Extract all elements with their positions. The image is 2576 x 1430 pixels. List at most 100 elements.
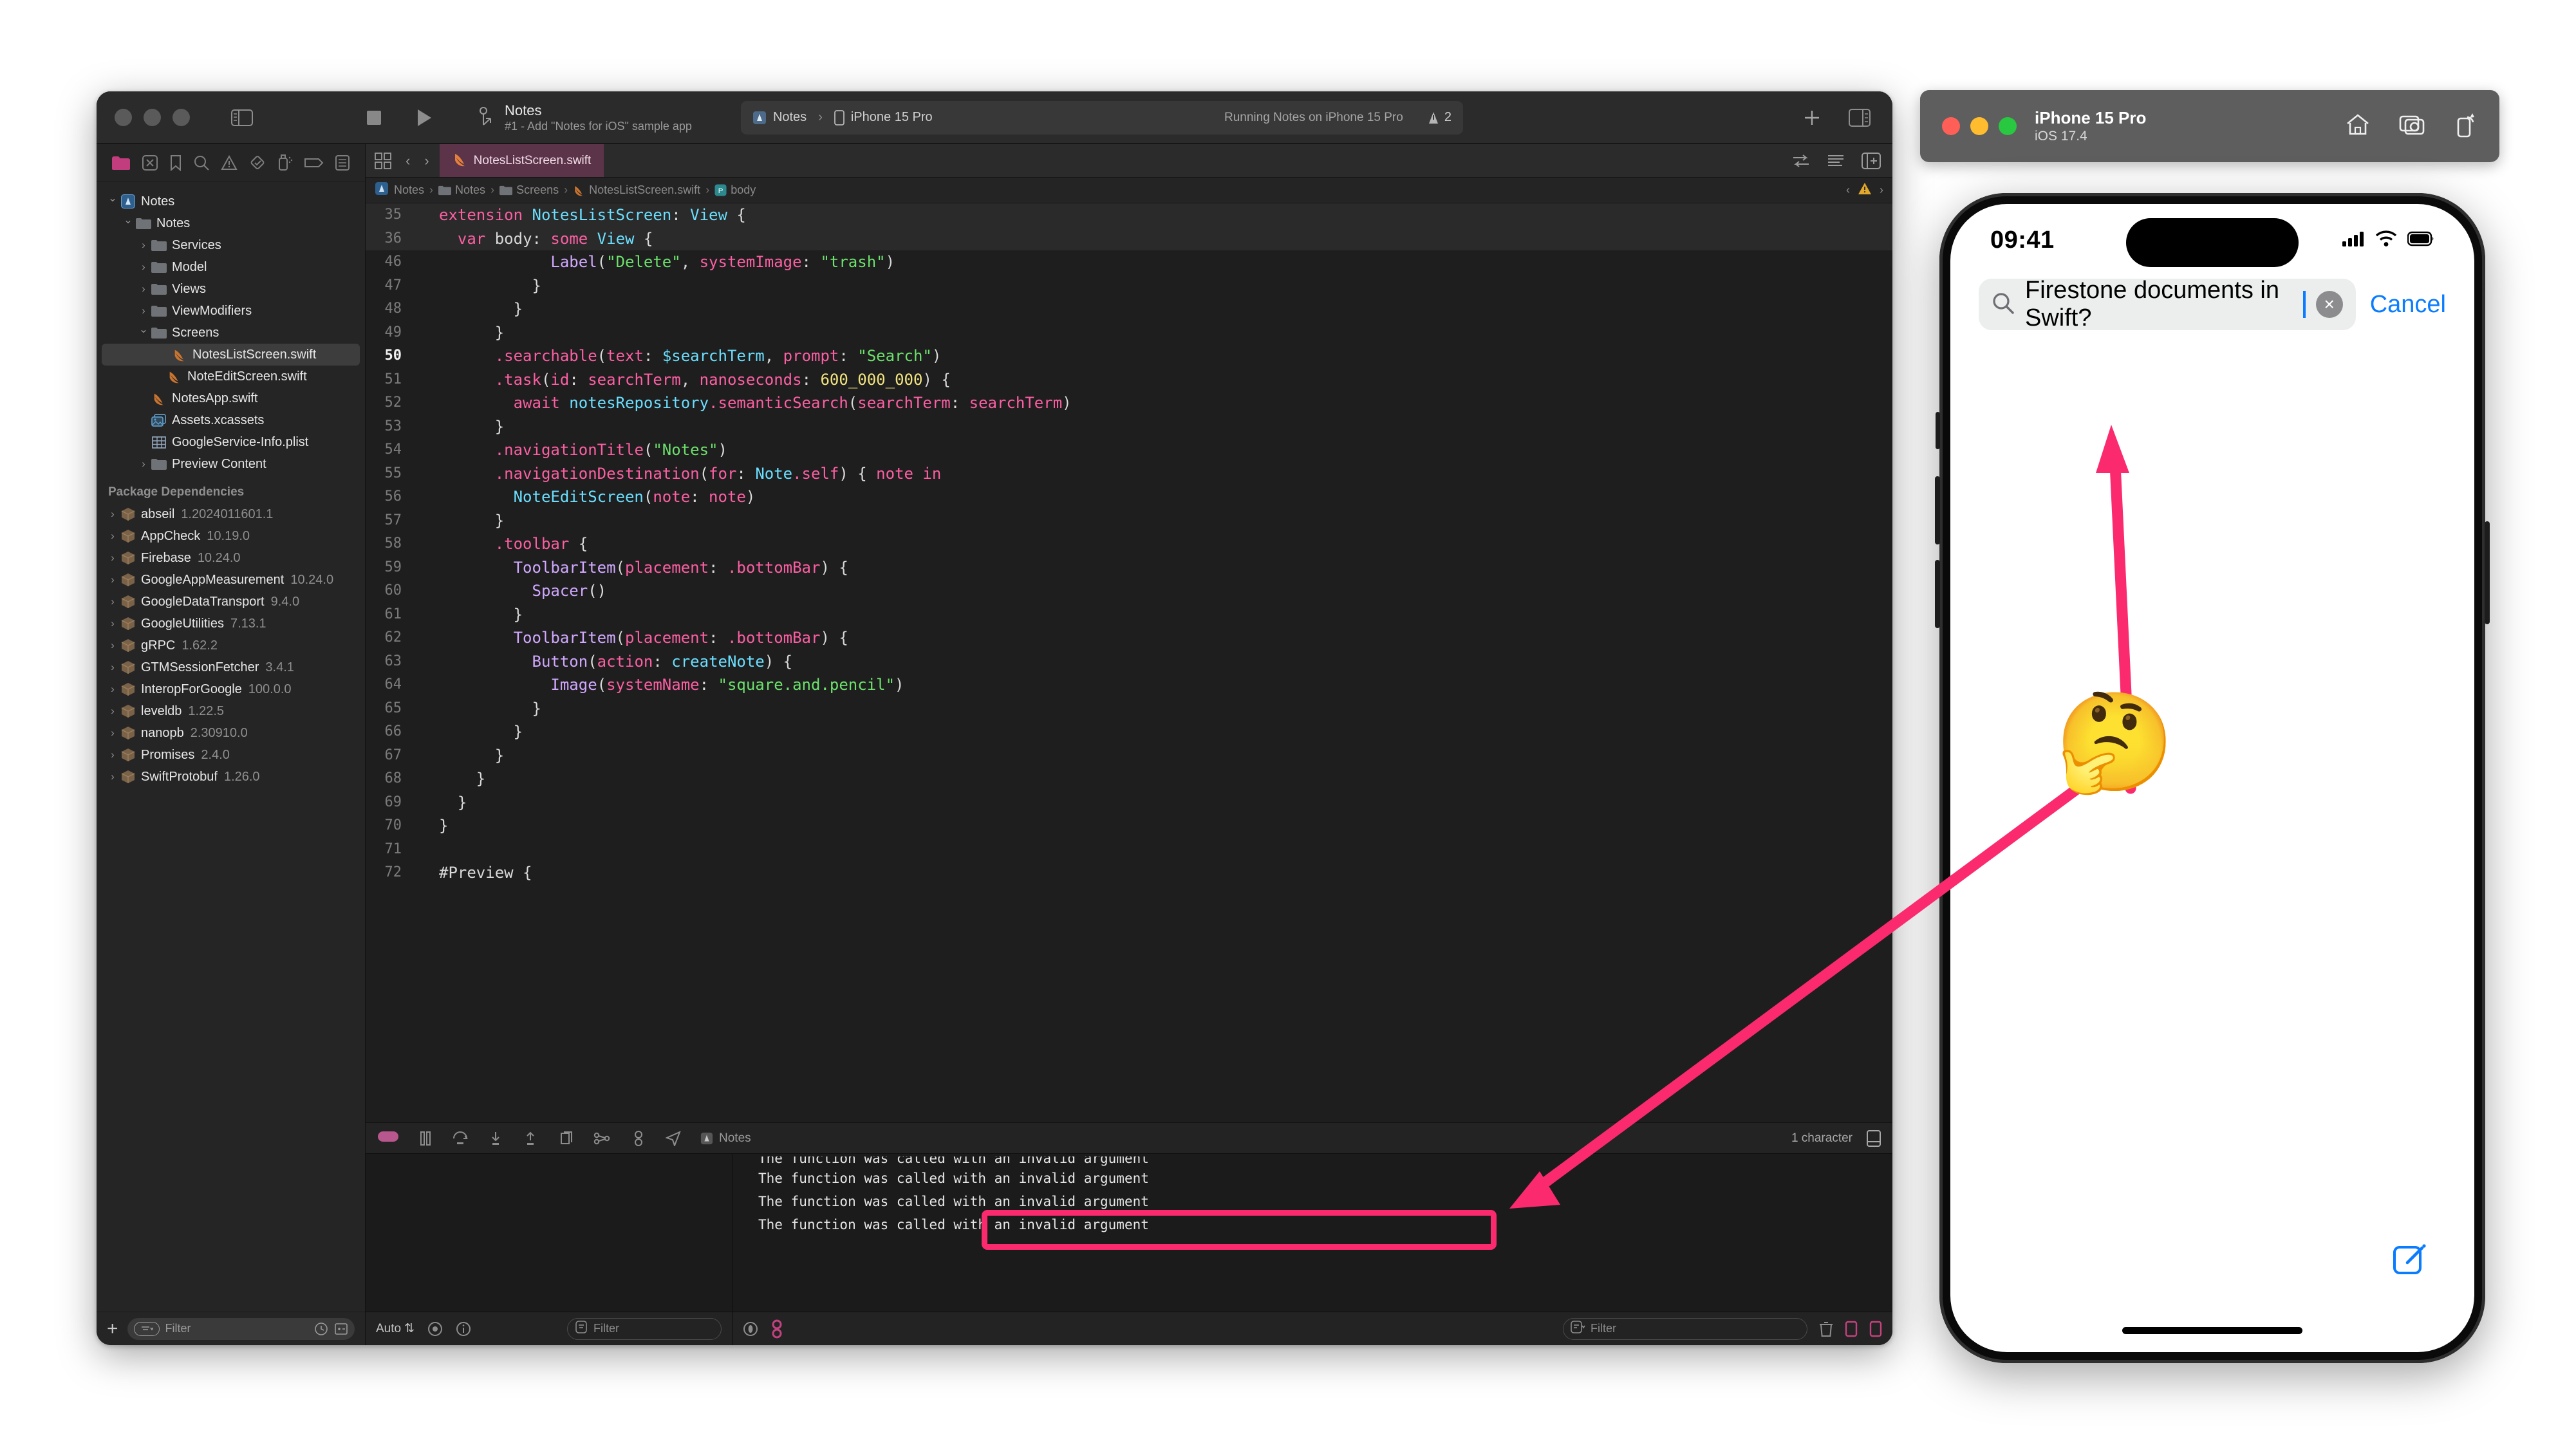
simulator-zoom-button[interactable] bbox=[1999, 117, 2017, 135]
search-input[interactable]: Firestone documents in Swift? × bbox=[1979, 277, 2356, 331]
code-line[interactable]: 65 } bbox=[366, 697, 1892, 721]
bookmark-navigator-icon[interactable] bbox=[169, 154, 182, 171]
package-item-swiftprotobuf[interactable]: › SwiftProtobuf 1.26.0 bbox=[97, 766, 365, 788]
nav-item-notes[interactable]: ⌄ Notes bbox=[97, 212, 365, 234]
code-line[interactable]: 64 Image(systemName: "square.and.pencil"… bbox=[366, 673, 1892, 697]
chevron-down-icon[interactable]: ⌄ bbox=[121, 214, 135, 227]
chevron-right-icon[interactable]: › bbox=[136, 304, 151, 317]
minimap-icon[interactable] bbox=[1827, 153, 1845, 169]
editor-nav-controls[interactable]: ‹ › bbox=[375, 153, 429, 169]
variables-info-icon[interactable] bbox=[456, 1321, 471, 1337]
destination-selector[interactable]: iPhone 15 Pro bbox=[834, 109, 933, 125]
mute-switch[interactable] bbox=[1936, 412, 1940, 449]
screenshot-icon[interactable] bbox=[2399, 113, 2426, 140]
editor-forward-button[interactable]: › bbox=[424, 153, 429, 169]
nav-item-viewmodifiers[interactable]: › ViewModifiers bbox=[97, 300, 365, 322]
chevron-right-icon[interactable]: › bbox=[106, 508, 120, 521]
console-display-icon[interactable] bbox=[743, 1321, 758, 1337]
editor-file-tab[interactable]: NotesListScreen.swift bbox=[439, 144, 604, 177]
project-navigator-icon[interactable] bbox=[111, 155, 131, 171]
warning-count-badge[interactable]: 2 bbox=[1428, 110, 1451, 125]
scheme-selector[interactable]: Notes bbox=[752, 110, 807, 125]
chevron-down-icon[interactable]: ⌄ bbox=[106, 192, 120, 205]
pause-resume-icon[interactable] bbox=[418, 1131, 433, 1146]
code-lines[interactable]: 46 Label("Delete", systemImage: "trash")… bbox=[366, 250, 1892, 885]
run-button-icon[interactable] bbox=[416, 108, 433, 127]
toggle-console-icon[interactable] bbox=[1867, 1129, 1881, 1147]
code-line[interactable]: 58 .toolbar { bbox=[366, 532, 1892, 556]
nav-item-notesapp-swift[interactable]: NotesApp.swift bbox=[97, 387, 365, 409]
code-line[interactable]: 48 } bbox=[366, 297, 1892, 321]
package-item-googleutilities[interactable]: › GoogleUtilities 7.13.1 bbox=[97, 613, 365, 635]
breadcrumb-segment[interactable]: Screens bbox=[499, 183, 559, 197]
editor-back-button[interactable]: ‹ bbox=[406, 153, 410, 169]
memory-graph-icon[interactable] bbox=[593, 1131, 611, 1146]
environment-overrides-icon[interactable] bbox=[631, 1130, 646, 1147]
breakpoint-navigator-icon[interactable] bbox=[304, 156, 324, 169]
view-hierarchy-icon[interactable] bbox=[557, 1131, 574, 1146]
run-controls[interactable] bbox=[366, 108, 462, 127]
code-line[interactable]: 49 } bbox=[366, 321, 1892, 345]
chevron-right-icon[interactable]: › bbox=[106, 727, 120, 739]
variables-scope-selector[interactable]: Auto ⇅ bbox=[376, 1321, 415, 1336]
console-pause-icon[interactable] bbox=[770, 1319, 784, 1339]
home-icon[interactable] bbox=[2345, 113, 2371, 140]
toggle-variables-pane-icon[interactable] bbox=[1845, 1321, 1858, 1337]
add-editor-split-icon[interactable] bbox=[1862, 152, 1881, 169]
test-navigator-icon[interactable] bbox=[249, 154, 266, 171]
editor-tab-actions[interactable] bbox=[1792, 152, 1892, 169]
code-line[interactable]: 53 } bbox=[366, 415, 1892, 439]
chevron-right-icon[interactable]: › bbox=[136, 283, 151, 295]
chevron-down-icon[interactable]: ⌄ bbox=[136, 323, 151, 336]
code-line[interactable]: 61 } bbox=[366, 603, 1892, 627]
volume-down-button[interactable] bbox=[1935, 560, 1940, 628]
power-button[interactable] bbox=[2485, 521, 2490, 624]
zoom-window-button[interactable] bbox=[173, 109, 190, 126]
simulator-traffic-lights[interactable] bbox=[1942, 117, 2017, 135]
nav-item-model[interactable]: › Model bbox=[97, 256, 365, 278]
branch-indicator[interactable]: Notes #1 - Add "Notes for iOS" sample ap… bbox=[479, 102, 692, 134]
toggle-console-pane-icon[interactable] bbox=[1869, 1321, 1882, 1337]
simulator-minimize-button[interactable] bbox=[1970, 117, 1988, 135]
debug-navigator-icon[interactable] bbox=[277, 154, 294, 171]
issue-stepper[interactable]: ‹ › bbox=[1846, 182, 1883, 198]
issue-navigator-icon[interactable] bbox=[221, 154, 238, 171]
add-editor-icon[interactable] bbox=[1802, 108, 1822, 127]
step-over-icon[interactable] bbox=[452, 1131, 469, 1146]
code-line[interactable]: 50 .searchable(text: $searchTerm, prompt… bbox=[366, 344, 1892, 368]
code-line[interactable]: 46 Label("Delete", systemImage: "trash") bbox=[366, 250, 1892, 274]
code-line[interactable]: 60 Spacer() bbox=[366, 579, 1892, 603]
compose-note-button[interactable] bbox=[2392, 1242, 2428, 1281]
variables-filter-field[interactable]: Filter bbox=[567, 1317, 722, 1340]
editor-layout-icon[interactable] bbox=[375, 152, 391, 169]
chevron-right-icon[interactable]: › bbox=[106, 683, 120, 696]
breadcrumb[interactable]: Notes › Notes › Screens › NotesListScreen.swif… bbox=[366, 178, 1892, 203]
chevron-right-icon[interactable]: › bbox=[136, 239, 151, 252]
debug-process-selector[interactable]: Notes bbox=[700, 1131, 751, 1146]
package-item-appcheck[interactable]: › AppCheck 10.19.0 bbox=[97, 525, 365, 547]
source-control-filter-icon[interactable] bbox=[334, 1322, 348, 1336]
chevron-right-icon[interactable]: › bbox=[106, 617, 120, 630]
add-file-button[interactable]: + bbox=[107, 1319, 118, 1339]
variables-display-icon[interactable] bbox=[427, 1321, 443, 1337]
package-item-nanopb[interactable]: › nanopb 2.30910.0 bbox=[97, 722, 365, 744]
window-traffic-lights[interactable] bbox=[115, 109, 190, 126]
breadcrumb-segment[interactable]: Notes bbox=[438, 183, 485, 197]
nav-item-noteslistscreen-swift[interactable]: NotesListScreen.swift bbox=[102, 344, 360, 366]
simulator-close-button[interactable] bbox=[1942, 117, 1960, 135]
breadcrumb-segment[interactable]: NotesListScreen.swift bbox=[573, 183, 700, 197]
chevron-right-icon[interactable]: › bbox=[106, 748, 120, 761]
nav-item-services[interactable]: › Services bbox=[97, 234, 365, 256]
package-item-abseil[interactable]: › abseil 1.2024011601.1 bbox=[97, 503, 365, 525]
toggle-navigator-icon[interactable] bbox=[231, 109, 253, 126]
package-item-leveldb[interactable]: › leveldb 1.22.5 bbox=[97, 700, 365, 722]
chevron-right-icon[interactable]: › bbox=[136, 458, 151, 470]
toggle-debug-area-icon[interactable] bbox=[377, 1129, 399, 1147]
nav-item-preview-content[interactable]: › Preview Content bbox=[97, 453, 365, 475]
source-control-navigator-icon[interactable] bbox=[142, 154, 158, 171]
console-filter-field[interactable]: Filter bbox=[1563, 1317, 1807, 1340]
package-item-promises[interactable]: › Promises 2.4.0 bbox=[97, 744, 365, 766]
chevron-right-icon[interactable]: › bbox=[106, 595, 120, 608]
package-item-interopforgoogle[interactable]: › InteropForGoogle 100.0.0 bbox=[97, 678, 365, 700]
navigator-tree[interactable]: ⌄ Notes ⌄ Notes › Services › Model › Views › ViewMo… bbox=[97, 181, 365, 1312]
